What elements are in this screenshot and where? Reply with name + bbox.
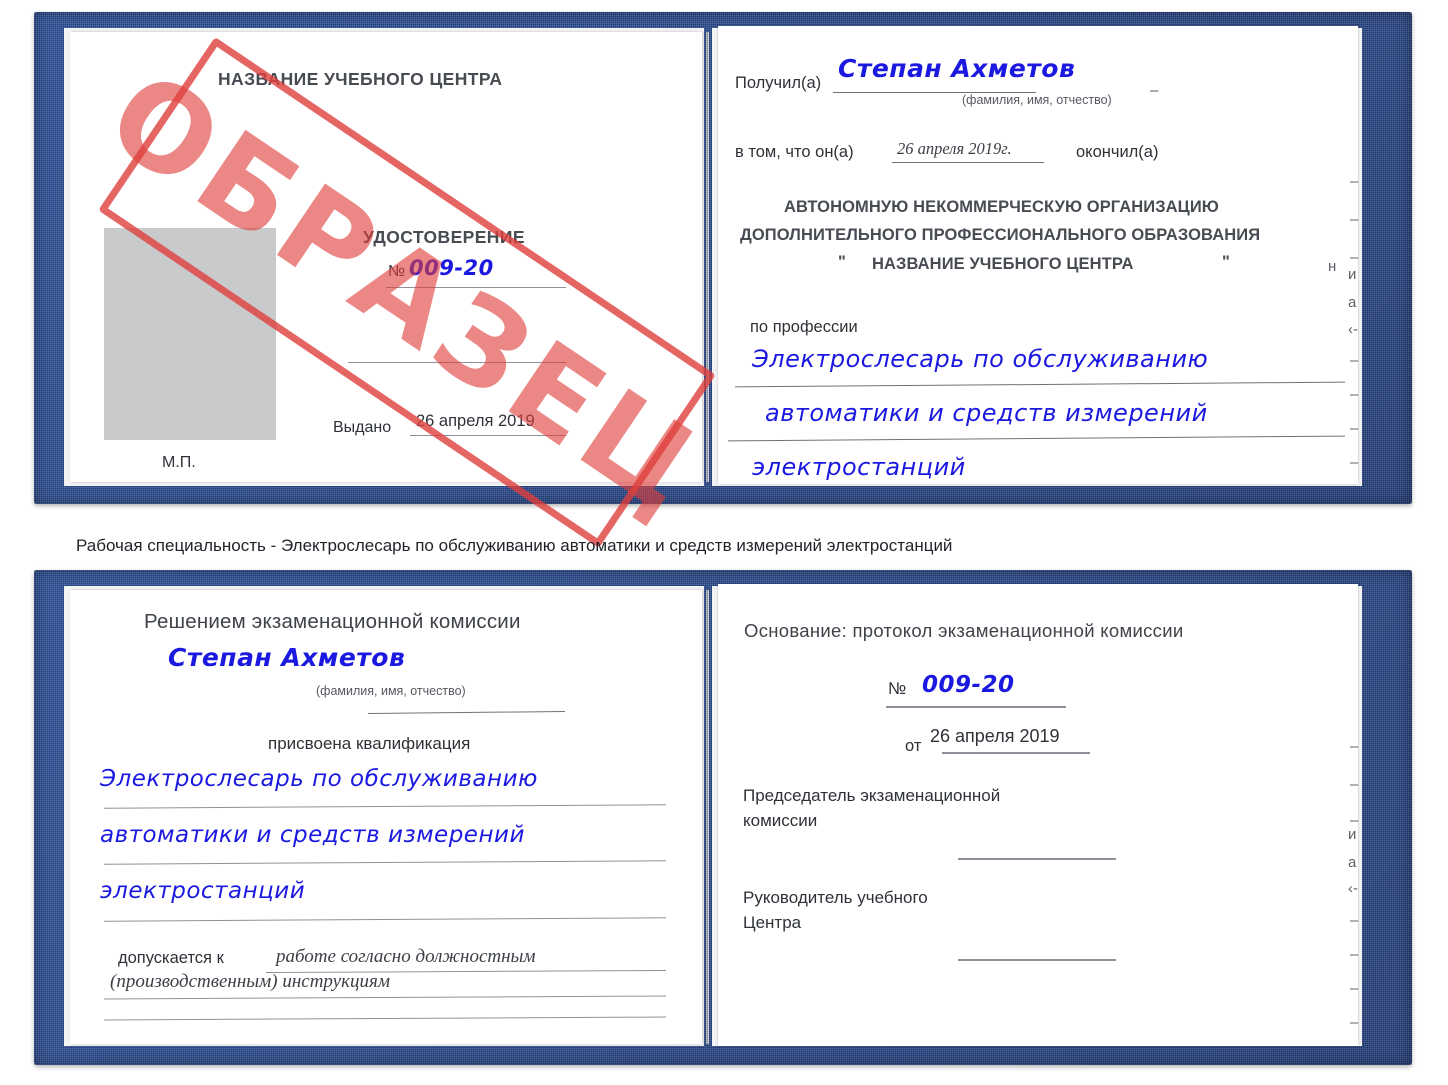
top-right-margin-fragment: – [1350, 173, 1359, 190]
top-right-margin-fragment: – [1350, 420, 1359, 437]
bottom-left-qualification-line-2: автоматики и средств измерений [100, 822, 525, 848]
bottom-right-margin-fragment: а [1348, 854, 1357, 871]
top-right-org-quote-close: " [1222, 253, 1230, 271]
bottom-right-margin-fragment: – [1350, 776, 1359, 793]
top-right-inthat-rule [892, 162, 1044, 163]
top-right-received-dash: – [1150, 82, 1159, 99]
bottom-right-head-line-1: Руководитель учебного [743, 888, 928, 907]
bottom-right-margin-fragment: – [1350, 1014, 1359, 1031]
top-right-received-label: Получил(а) [735, 74, 822, 92]
bottom-right-margin-fragment: и [1348, 826, 1357, 843]
bottom-left-admitted-label: допускается к [118, 949, 224, 967]
top-right-fio-hint: (фамилия, имя, отчество) [962, 93, 1112, 107]
top-left-issued-rule [410, 435, 566, 436]
bottom-right-chairman-line-2: комиссии [743, 811, 818, 830]
top-left-number-label: № [388, 263, 406, 280]
bottom-right-date-label: от [905, 737, 922, 755]
bottom-right-head-line-2: Центра [743, 913, 802, 932]
top-right-graduated-label: окончил(а) [1076, 143, 1159, 161]
top-right-profession-line-1: Электрослесарь по обслуживанию [752, 345, 1209, 373]
top-right-profession-line-2: автоматики и средств измерений [765, 399, 1208, 427]
bottom-left-admitted-value-2: (производственным) инструкциям [110, 971, 390, 992]
top-right-margin-fragment: – [1350, 454, 1359, 471]
top-right-org-quote-open: " [838, 253, 846, 271]
bottom-right-margin-fragment: ‹- [1348, 880, 1358, 897]
bottom-right-margin-fragment: – [1350, 980, 1359, 997]
bottom-right-head-signature-rule [958, 959, 1116, 961]
top-left-issued-label: Выдано [333, 419, 392, 436]
top-left-title: УДОСТОВЕРЕНИЕ [363, 227, 525, 247]
bottom-right-margin-fragment: – [1350, 912, 1359, 929]
bottom-right-number-label: № [888, 679, 907, 698]
top-left-number-value: 009-20 [409, 256, 494, 280]
top-right-received-value: Степан Ахметов [838, 54, 1076, 83]
bottom-right-chairman-line-1: Председатель экзаменационной [743, 786, 1001, 805]
bottom-right-margin-fragment: – [1350, 738, 1359, 755]
bottom-right-number-value: 009-20 [922, 672, 1015, 698]
top-right-margin-letter: н [1328, 258, 1337, 275]
bottom-right-number-rule [886, 706, 1066, 708]
bottom-left-qualification-label: присвоена квалификация [268, 734, 471, 753]
top-right-margin-fragment: и [1348, 266, 1357, 283]
bottom-right-margin-fragment: – [1350, 946, 1359, 963]
top-right-profession-line-3: электростанций [752, 453, 966, 481]
top-right-margin-fragment: а [1348, 294, 1357, 311]
bottom-left-heading: Решением экзаменационной комиссии [144, 610, 521, 633]
photo-placeholder [104, 228, 276, 440]
bottom-right-basis-label: Основание: протокол экзаменационной коми… [744, 620, 1184, 641]
top-left-number-rule [386, 287, 566, 288]
top-left-blank-rule [348, 362, 566, 363]
bottom-left-name-value: Степан Ахметов [168, 643, 406, 672]
top-right-margin-fragment: – [1350, 386, 1359, 403]
top-right-margin-fragment: ‹- [1348, 321, 1358, 338]
top-right-org-line-2: ДОПОЛНИТЕЛЬНОГО ПРОФЕССИОНАЛЬНОГО ОБРАЗО… [740, 226, 1261, 244]
bottom-left-qualification-line-1: Электрослесарь по обслуживанию [100, 766, 538, 792]
certificate-bottom-spine [706, 590, 709, 1044]
bottom-left-qualification-line-3: электростанций [100, 878, 306, 904]
top-right-inthat-label: в том, что он(а) [735, 143, 854, 161]
bottom-right-date-value: 26 апреля 2019 [930, 726, 1060, 746]
top-right-margin-fragment: – [1350, 249, 1359, 266]
caption-text: Рабочая специальность - Электрослесарь п… [76, 536, 953, 555]
top-left-center-name: НАЗВАНИЕ УЧЕБНОГО ЦЕНТРА [218, 69, 503, 89]
top-left-issued-value: 26 апреля 2019 [416, 412, 535, 430]
top-right-margin-fragment: – [1350, 211, 1359, 228]
top-right-profession-label: по профессии [750, 318, 858, 336]
top-right-org-line-1: АВТОНОМНУЮ НЕКОММЕРЧЕСКУЮ ОРГАНИЗАЦИЮ [784, 198, 1219, 216]
bottom-right-chairman-signature-rule [958, 858, 1116, 860]
top-right-org-line-3: НАЗВАНИЕ УЧЕБНОГО ЦЕНТРА [872, 255, 1134, 273]
bottom-right-date-rule [942, 752, 1090, 754]
top-right-inthat-date: 26 апреля 2019г. [897, 139, 1012, 158]
certificate-top-spine [706, 32, 709, 482]
bottom-left-admitted-value-1: работе согласно должностным [276, 946, 536, 967]
top-left-seal-label: М.П. [162, 454, 196, 471]
bottom-left-fio-hint: (фамилия, имя, отчество) [316, 684, 466, 698]
top-right-margin-fragment: – [1350, 352, 1359, 369]
